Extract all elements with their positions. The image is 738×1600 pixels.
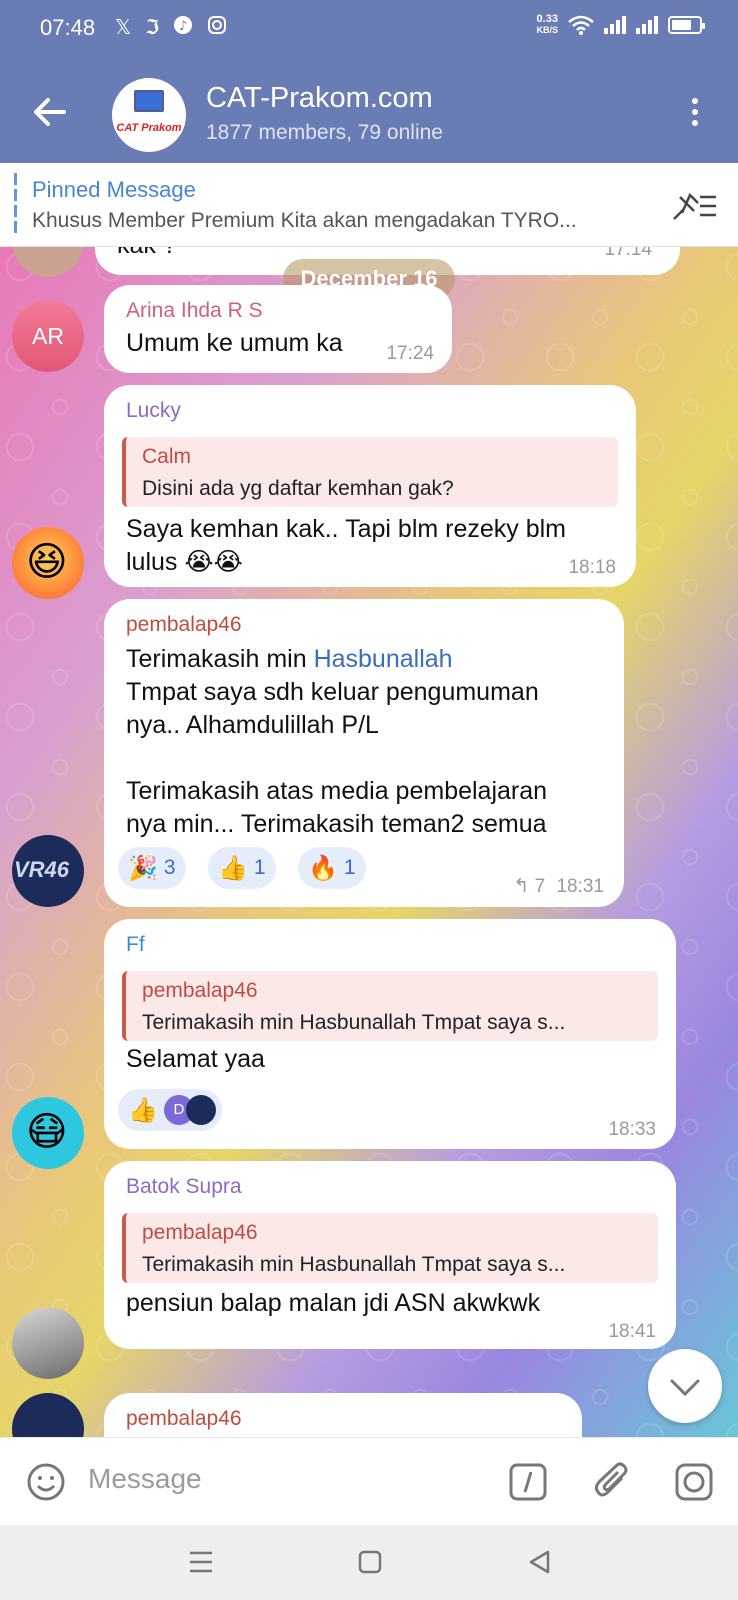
reaction-chip[interactable]: 👍 D [118,1089,222,1131]
sender-name[interactable]: Batok Supra [126,1175,242,1199]
reply-text: Disini ada yg daftar kemhan gak? [142,477,454,500]
group-avatar-label: CAT Prakom [116,122,182,134]
signal-icon-2 [636,16,658,34]
x-icon: 𝕏 [115,17,132,39]
message-bubble[interactable]: Lucky Calm Disini ada yg daftar kemhan g… [104,385,636,587]
avatar-text: VR46 [14,857,70,882]
reactor-avatar [185,1095,216,1125]
avatar[interactable]: VR46 [12,835,84,907]
message-time: 18:31 [556,876,604,897]
message-text: Umum ke umum ka [126,329,343,357]
message-bubble[interactable]: Arina Ihda R S Umum ke umum ka 17:24 [104,285,452,373]
mention-link[interactable]: Hasbunallah [314,645,453,673]
sender-name[interactable]: pembalap46 [126,1407,242,1431]
message-time: 18:18 [568,557,616,578]
reply-sender: pembalap46 [142,979,258,1002]
message-time: 18:33 [608,1119,656,1140]
reply-text: Terimakasih min Hasbunallah Tmpat saya s… [142,1253,566,1276]
reaction-count: 1 [253,856,266,879]
net-speed: 0.33 KB/S [536,13,558,36]
reaction-chip[interactable]: 🎉 3 [118,847,186,889]
monitor-icon [134,90,164,112]
system-nav-bar [0,1525,738,1600]
message-bubble[interactable]: Batok Supra pembalap46 Terimakasih min H… [104,1161,676,1349]
message-text: Terimakasih min Hasbunallah Tmpat saya s… [126,645,548,838]
camera-icon[interactable] [674,1462,714,1502]
back-icon[interactable] [526,1549,552,1575]
message-text: kak ? [117,247,177,262]
status-bar: 07:48 𝕏 ℑ ♪ 0.33 KB/S [0,0,738,56]
avatar[interactable]: AR [12,300,84,372]
pinned-label: Pinned Message [32,177,196,202]
pinned-text: Khusus Member Premium Kita akan mengadak… [32,209,577,232]
message-time: 17:24 [386,343,434,364]
message-text: Selamat yaa [126,1045,265,1073]
notification-icons: 𝕏 ℑ ♪ [115,15,227,41]
emoji-icon[interactable] [26,1462,66,1502]
sender-name[interactable]: Ff [126,933,145,957]
message-text: pensiun balap malan jdi ASN akwkwk [126,1289,541,1317]
reply-preview[interactable]: Calm Disini ada yg daftar kemhan gak? [122,437,618,507]
avatar-initials: AR [32,323,64,349]
chat-subtitle: 1877 members, 79 online [206,121,443,144]
message-bubble[interactable]: Ff pembalap46 Terimakasih min Hasbunalla… [104,919,676,1149]
reply-sender: pembalap46 [142,1221,258,1244]
reply-count: 7 [534,876,546,897]
bear-emoji-icon: 😷 [26,1110,68,1154]
pinned-message-bar[interactable]: Pinned Message Khusus Member Premium Kit… [0,163,738,247]
message-time: 17:14 [604,247,652,260]
message-text: Saya kemhan kak.. Tapi blm rezeky blm lu… [126,515,567,576]
avatar[interactable] [12,1307,84,1379]
battery-icon [668,16,705,34]
tiktok-icon: ♪ [173,15,193,41]
thumbs-up-emoji-icon: 👍 [218,854,248,882]
status-right: 0.33 KB/S [536,13,705,36]
recents-icon[interactable] [188,1549,214,1575]
reaction-count: 1 [343,856,356,879]
message-time: 18:41 [608,1321,656,1342]
chat-title[interactable]: CAT-Prakom.com [206,82,433,115]
reply-sender: Calm [142,445,192,468]
message-meta[interactable]: ↰ 7 18:31 [513,875,604,898]
threads-icon: ℑ [145,17,160,39]
bot-commands-icon[interactable] [508,1462,548,1502]
reply-text: Terimakasih min Hasbunallah Tmpat saya s… [142,1011,566,1034]
svg-text:♪: ♪ [179,19,187,34]
message-input-bar: Message [0,1437,738,1525]
sender-name[interactable]: Arina Ihda R S [126,299,263,323]
pinned-indicator [14,173,17,237]
status-time: 07:48 [40,15,96,40]
home-icon[interactable] [358,1549,382,1575]
sender-name[interactable]: Lucky [126,399,181,423]
reply-arrow-icon: ↰ [513,876,530,897]
party-emoji-icon: 🎉 [128,854,158,882]
group-avatar[interactable]: CAT Prakom [112,78,186,152]
message-bubble[interactable]: pembalap46 [104,1393,582,1437]
attach-icon[interactable] [592,1460,632,1504]
chat-area[interactable]: kak ? 17:14 December 16 AR Arina Ihda R … [0,247,738,1437]
instagram-icon [207,15,227,41]
sender-name[interactable]: pembalap46 [126,613,242,637]
thumbs-up-emoji-icon: 👍 [128,1096,158,1124]
more-options-icon[interactable] [690,98,700,130]
signal-icon [604,16,626,34]
scroll-down-button[interactable] [648,1349,722,1423]
reply-preview[interactable]: pembalap46 Terimakasih min Hasbunallah T… [122,971,658,1041]
top-bar: 07:48 𝕏 ℑ ♪ 0.33 KB/S CAT Prakom CAT-Pra… [0,0,738,163]
laughing-emoji-icon: 😆 [26,540,68,584]
reaction-count: 3 [163,856,176,879]
chevron-down-icon [670,1379,700,1397]
pin-list-icon[interactable] [670,189,720,223]
avatar[interactable]: 😆 [12,527,84,599]
reaction-chip[interactable]: 👍 1 [208,847,276,889]
message-bubble[interactable]: pembalap46 Terimakasih min Hasbunallah T… [104,599,624,907]
reaction-chip[interactable]: 🔥 1 [298,847,366,889]
back-arrow-icon[interactable] [30,92,70,132]
fire-emoji-icon: 🔥 [308,854,338,882]
reply-preview[interactable]: pembalap46 Terimakasih min Hasbunallah T… [122,1213,658,1283]
wifi-icon [568,15,594,35]
message-input[interactable]: Message [88,1463,202,1495]
avatar[interactable]: 😷 [12,1097,84,1169]
